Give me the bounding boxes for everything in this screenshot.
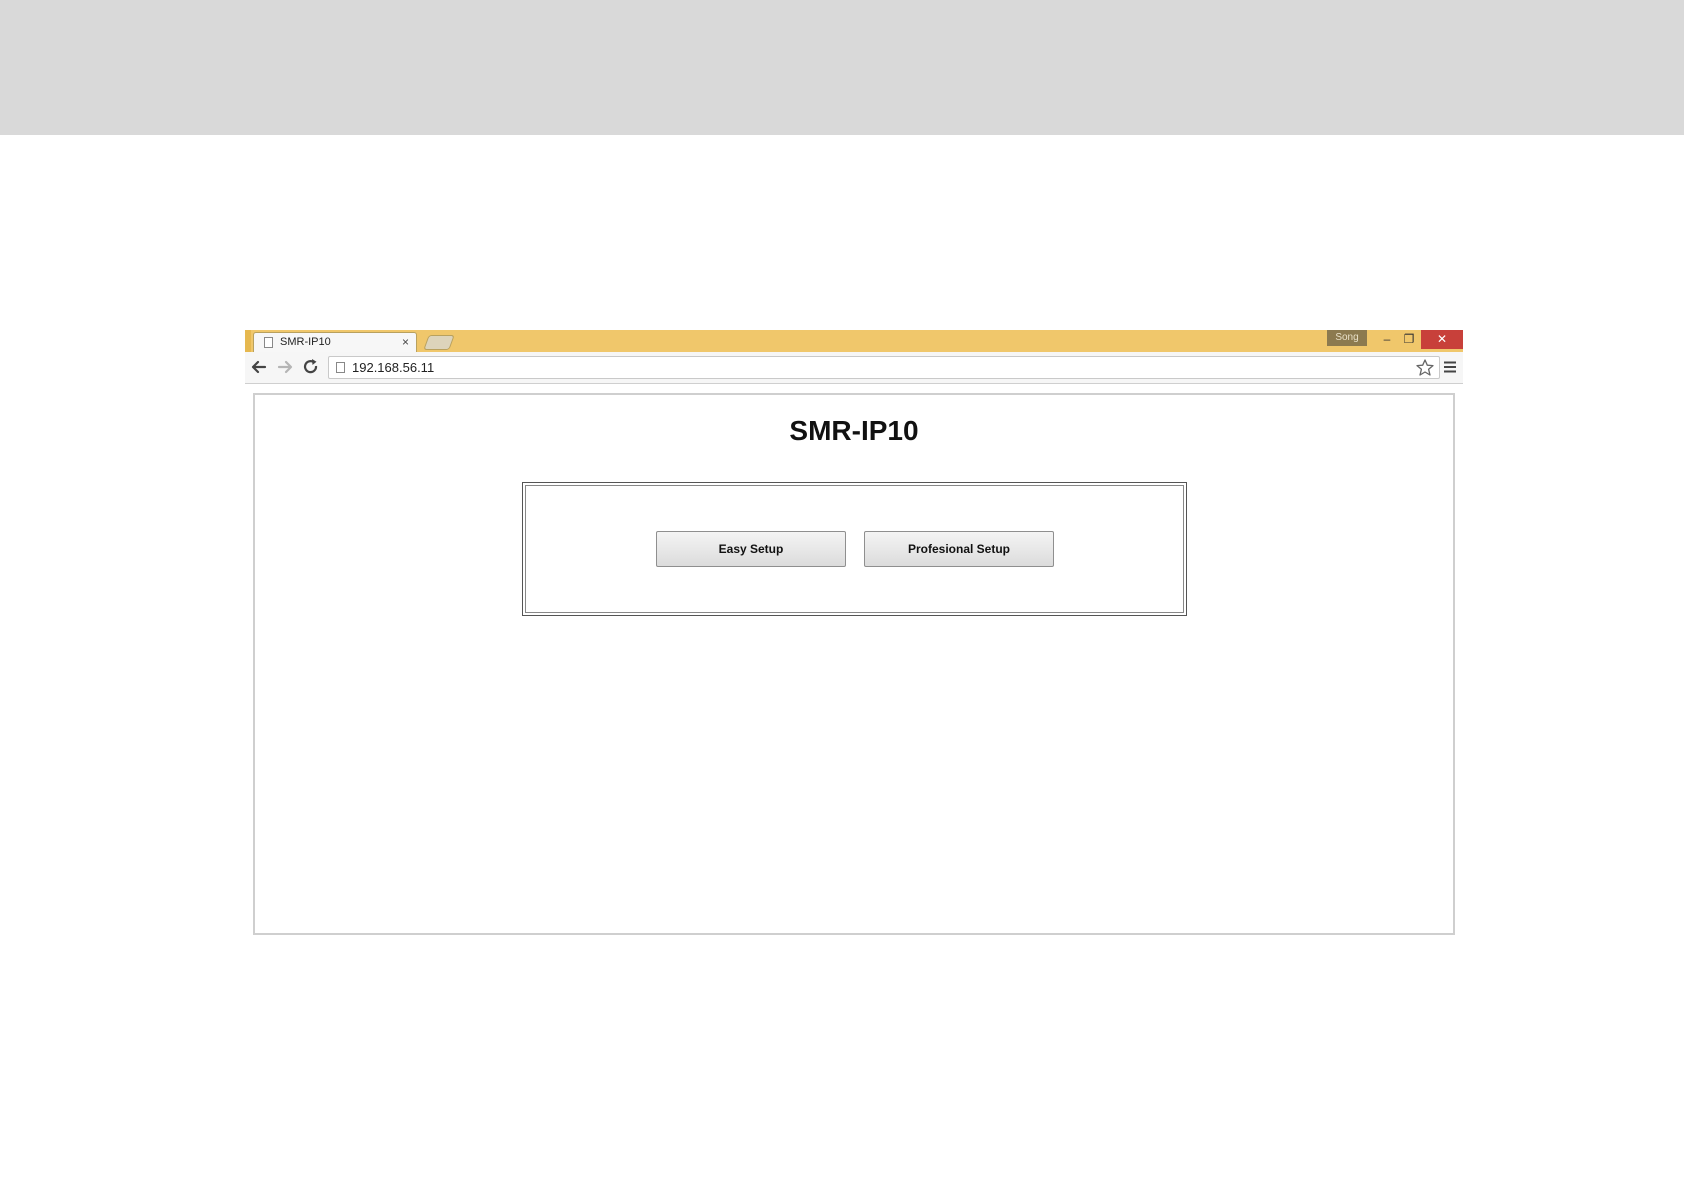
title-bar: SMR-IP10 × Song – ❐ ✕	[245, 330, 1463, 353]
page-title: SMR-IP10	[789, 415, 919, 446]
reload-icon[interactable]	[301, 357, 321, 377]
tab-title: SMR-IP10	[280, 336, 331, 348]
new-tab-button[interactable]	[423, 335, 455, 350]
professional-setup-button[interactable]: Profesional Setup	[864, 531, 1054, 567]
tab-close-icon[interactable]: ×	[402, 335, 409, 349]
top-band	[0, 0, 1684, 135]
browser-window: SMR-IP10 × Song – ❐ ✕ 192.168.56.11 SMR-…	[245, 330, 1463, 935]
browser-toolbar: 192.168.56.11	[245, 352, 1463, 384]
page-icon	[336, 362, 345, 373]
setup-panel-inner: Easy Setup Profesional Setup	[525, 485, 1184, 613]
tab-smr-ip10[interactable]: SMR-IP10 ×	[253, 332, 417, 353]
easy-setup-button[interactable]: Easy Setup	[656, 531, 846, 567]
forward-arrow-icon[interactable]	[275, 357, 295, 377]
setup-panel: Easy Setup Profesional Setup	[522, 482, 1187, 616]
user-badge[interactable]: Song	[1327, 330, 1367, 346]
page-viewport: SMR-IP10 Easy Setup Profesional Setup	[253, 393, 1455, 935]
bookmark-star-icon[interactable]	[1415, 358, 1435, 378]
page-icon	[264, 337, 273, 348]
menu-icon[interactable]	[1441, 358, 1459, 376]
titlebar-edge	[245, 330, 251, 352]
maximize-button[interactable]: ❐	[1399, 330, 1419, 349]
close-window-button[interactable]: ✕	[1421, 330, 1463, 349]
url-text: 192.168.56.11	[352, 360, 435, 375]
back-arrow-icon[interactable]	[249, 357, 269, 377]
address-bar[interactable]: 192.168.56.11	[328, 356, 1440, 379]
minimize-button[interactable]: –	[1377, 330, 1397, 349]
